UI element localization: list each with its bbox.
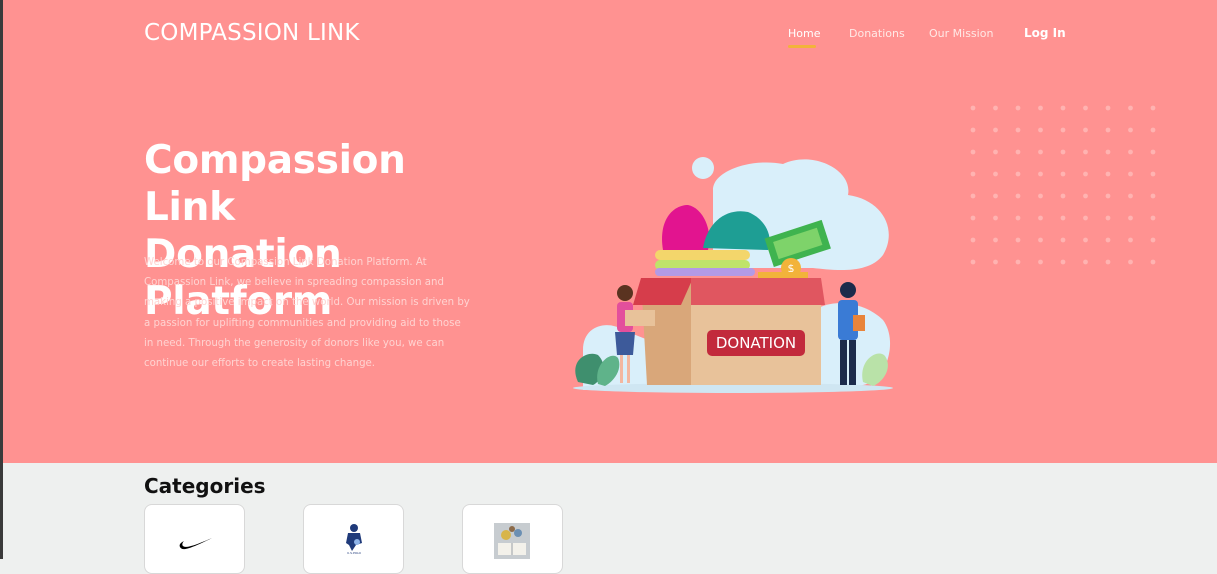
decorative-dot [1060,193,1066,199]
decorative-dot [1150,193,1156,199]
decorative-dot [970,259,976,265]
book-image-icon [494,523,530,559]
decorative-dot [993,127,998,133]
decorative-dot [1083,259,1088,265]
nike-swoosh-icon [179,538,212,550]
decorative-dot [1105,215,1111,221]
decorative-dot [1128,237,1133,243]
decorative-dot [1105,105,1111,111]
hero-title-line-1: Compassion Link [144,138,406,230]
decorative-dot [1150,259,1156,265]
decorative-dot [1083,215,1088,221]
decorative-dot [1083,105,1088,111]
decorative-dot [993,149,998,155]
brand-logo[interactable]: COMPASSION LINK [144,20,360,46]
decorative-dot [1083,171,1088,177]
nav-active-indicator [788,45,816,48]
decorative-dot [1105,149,1111,155]
decorative-dot [1015,105,1021,111]
decorative-dot [1128,171,1133,177]
category-card-books[interactable] [462,504,563,574]
decorative-dot [1105,259,1111,265]
decorative-dot [1015,237,1021,243]
decorative-dot [1150,149,1156,155]
decorative-dot [1128,149,1133,155]
decorative-dot [1060,149,1066,155]
decorative-dot [1150,215,1156,221]
svg-text:U.S.POLO: U.S.POLO [347,551,362,555]
decorative-dot [1083,149,1088,155]
decorative-dot [1015,259,1021,265]
decorative-dot [970,237,976,243]
box-label: DONATION [716,334,796,352]
decorative-dot [1150,105,1156,111]
category-card-nike[interactable] [144,504,245,574]
decorative-dot [1060,171,1066,177]
category-card-polo[interactable]: U.S.POLO [303,504,404,574]
decorative-dot [970,193,976,199]
decorative-dot [970,171,976,177]
decorative-dot [993,105,998,111]
decorative-dot [1060,237,1066,243]
decorative-dot [1060,215,1066,221]
decorative-dot [1060,127,1066,133]
nav-our-mission[interactable]: Our Mission [929,27,993,40]
decorative-dot [1105,127,1111,133]
decorative-dot [993,193,998,199]
decorative-dot [1060,105,1066,111]
nav-home[interactable]: Home [788,27,820,40]
decorative-dot [1038,171,1043,177]
decorative-dot [1015,127,1021,133]
decorative-dot [1038,127,1043,133]
decorative-dot [1150,237,1156,243]
decorative-dot [1038,215,1043,221]
decorative-dot [1150,171,1156,177]
decorative-dot [1038,193,1043,199]
decorative-dot [1038,149,1043,155]
decorative-dot [1150,127,1156,133]
decorative-dot [1015,215,1021,221]
decorative-dot [970,127,976,133]
decorative-dot [1128,215,1133,221]
decorative-dot-grid [970,105,1156,265]
decorative-dot [1015,149,1021,155]
decorative-dot [993,171,998,177]
hero-section: COMPASSION LINK Home Donations Our Missi… [3,0,1217,463]
decorative-dot [1105,237,1111,243]
login-button[interactable]: Log In [1024,26,1066,40]
decorative-dot [1128,193,1133,199]
nav-donations[interactable]: Donations [849,27,905,40]
decorative-dot [1128,127,1133,133]
decorative-dot [1015,171,1021,177]
decorative-dot [970,149,976,155]
decorative-dot [1105,193,1111,199]
decorative-dot [1083,237,1088,243]
decorative-dot [1083,193,1088,199]
donation-illustration: $ DONATION [573,157,893,393]
decorative-dot [1015,193,1021,199]
decorative-dot [1060,259,1066,265]
decorative-dot [970,215,976,221]
decorative-dot [1128,259,1133,265]
hero-description: Welcome to our Compassion Link Donation … [144,257,470,370]
decorative-dot [1038,259,1043,265]
decorative-dot [993,237,998,243]
categories-title: Categories [144,474,266,498]
decorative-dot [1083,127,1088,133]
decorative-dot [993,259,998,265]
decorative-dot [1105,171,1111,177]
decorative-dot [1038,237,1043,243]
polo-horse-logo-icon: U.S.POLO [346,524,362,555]
decorative-dot [1038,105,1043,111]
decorative-dot [993,215,998,221]
decorative-dot [970,105,976,111]
decorative-dot [1128,105,1133,111]
